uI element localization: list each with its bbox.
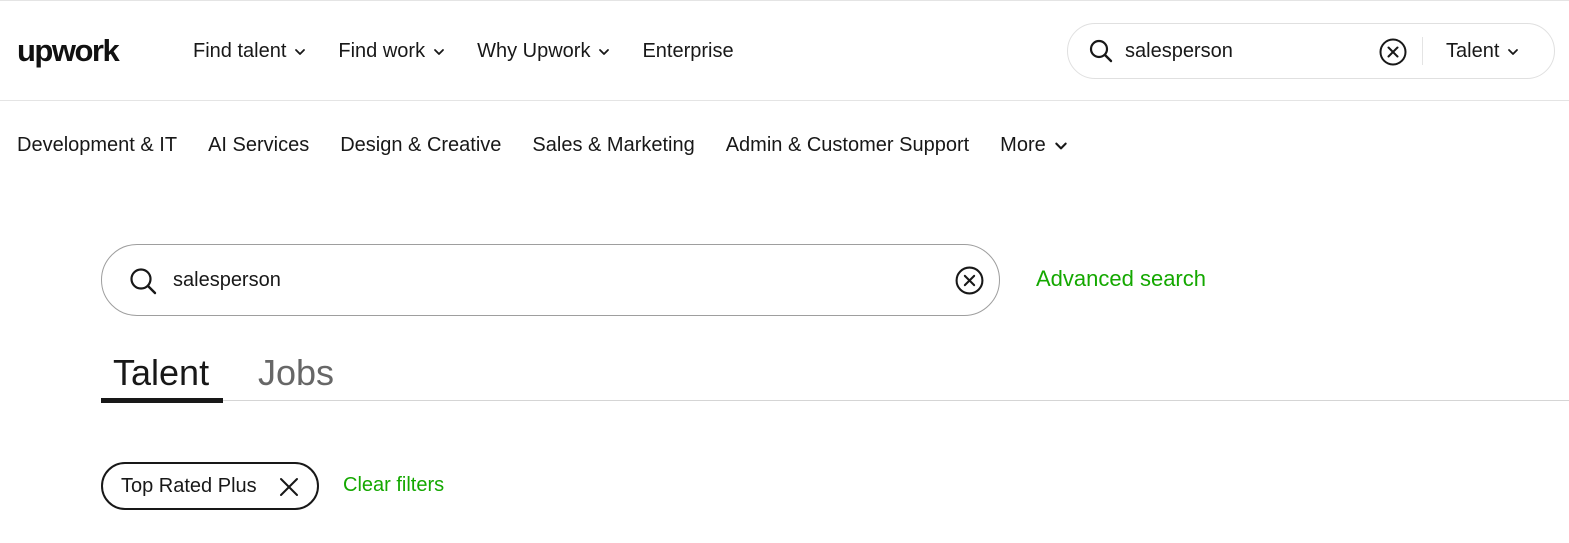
tab-talent[interactable]: Talent bbox=[113, 352, 209, 394]
search-icon bbox=[1089, 39, 1113, 63]
search-divider bbox=[1422, 37, 1423, 65]
nav-find-work[interactable]: Find work bbox=[338, 40, 445, 63]
nav-why-upwork-label: Why Upwork bbox=[477, 40, 591, 62]
upwork-logo[interactable]: upwork bbox=[17, 33, 120, 69]
category-nav: Development & IT AI Services Design & Cr… bbox=[17, 134, 1099, 157]
site-header: upwork Find talent Find work Why Upwork … bbox=[0, 3, 1569, 101]
nav-enterprise-label: Enterprise bbox=[642, 40, 734, 62]
search-type-selector[interactable]: Talent bbox=[1446, 40, 1519, 63]
category-label: More bbox=[1000, 134, 1046, 156]
category-label: Admin & Customer Support bbox=[725, 134, 970, 156]
chevron-down-icon bbox=[295, 48, 306, 55]
nav-find-talent-label: Find talent bbox=[193, 40, 287, 62]
header-search-box[interactable]: salesperson Talent bbox=[1067, 23, 1555, 79]
nav-why-upwork[interactable]: Why Upwork bbox=[477, 40, 610, 63]
category-ai-services[interactable]: AI Services bbox=[208, 134, 309, 157]
active-tab-indicator bbox=[101, 398, 223, 403]
filter-chip-label: Top Rated Plus bbox=[121, 474, 257, 497]
chevron-down-icon bbox=[599, 48, 610, 55]
header-search-input[interactable]: salesperson bbox=[1125, 40, 1233, 63]
advanced-search-link[interactable]: Advanced search bbox=[1036, 266, 1206, 292]
category-admin-support[interactable]: Admin & Customer Support bbox=[726, 134, 969, 157]
nav-find-talent[interactable]: Find talent bbox=[193, 40, 306, 63]
tabs-divider bbox=[101, 400, 1569, 401]
close-icon[interactable] bbox=[278, 476, 300, 498]
chevron-down-icon bbox=[1508, 48, 1519, 55]
clear-circle-icon[interactable] bbox=[954, 265, 985, 296]
clear-filters-link[interactable]: Clear filters bbox=[343, 474, 444, 497]
tab-jobs[interactable]: Jobs bbox=[258, 352, 334, 394]
category-label: Design & Creative bbox=[340, 134, 502, 156]
search-type-label: Talent bbox=[1446, 40, 1500, 62]
chevron-down-icon bbox=[434, 48, 444, 55]
category-more[interactable]: More bbox=[1000, 134, 1068, 157]
nav-enterprise[interactable]: Enterprise bbox=[642, 40, 733, 63]
category-design-creative[interactable]: Design & Creative bbox=[340, 134, 501, 157]
nav-find-work-label: Find work bbox=[338, 40, 426, 62]
category-label: Sales & Marketing bbox=[532, 134, 695, 156]
main-search-input[interactable]: salesperson bbox=[173, 269, 281, 292]
category-sales-marketing[interactable]: Sales & Marketing bbox=[532, 134, 694, 157]
category-label: Development & IT bbox=[17, 134, 178, 156]
chevron-down-icon bbox=[1055, 142, 1067, 149]
category-development-it[interactable]: Development & IT bbox=[17, 134, 177, 157]
category-label: AI Services bbox=[208, 134, 310, 156]
clear-circle-icon[interactable] bbox=[1378, 37, 1408, 67]
main-nav: Find talent Find work Why Upwork Enterpr… bbox=[193, 40, 766, 63]
main-search-box[interactable]: salesperson bbox=[101, 244, 1000, 316]
search-icon bbox=[130, 268, 157, 295]
filter-chip-top-rated-plus[interactable]: Top Rated Plus bbox=[101, 462, 319, 510]
